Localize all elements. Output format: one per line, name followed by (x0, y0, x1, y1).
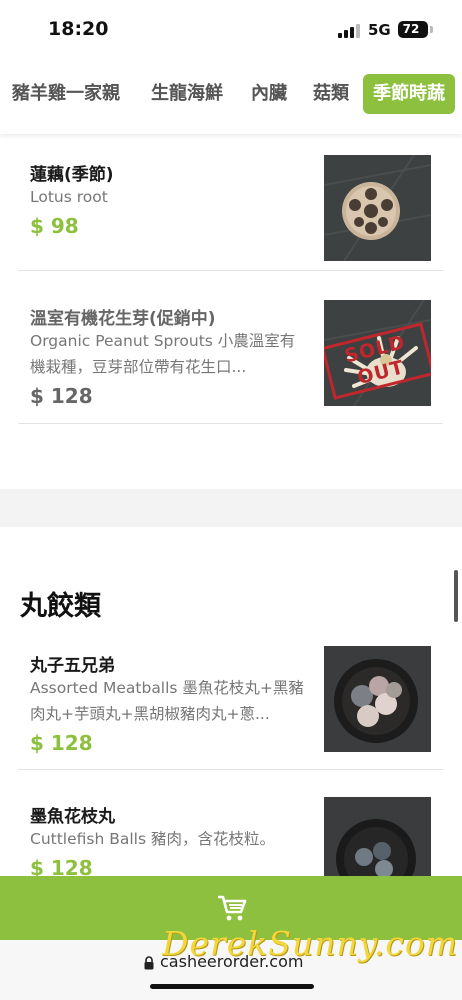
item-price: $ 128 (30, 731, 93, 755)
menu-item-assorted-meatballs[interactable]: 丸子五兄弟 Assorted Meatballs 墨魚花枝丸+黑豬肉丸+芋頭丸+… (18, 625, 443, 770)
home-indicator (150, 984, 314, 989)
meatballs-image (324, 646, 431, 752)
network-label: 5G (368, 21, 391, 39)
item-name: 蓮藕(季節) (30, 165, 114, 185)
section-title: 丸餃類 (20, 591, 101, 622)
cart-icon[interactable] (217, 894, 247, 922)
item-name: 墨魚花枝丸 (30, 807, 115, 827)
item-description: Assorted Meatballs 墨魚花枝丸+黑豬肉丸+芋頭丸+黑胡椒豬肉丸… (30, 679, 304, 723)
lock-icon (144, 956, 154, 970)
signal-icon (338, 24, 362, 38)
category-tabs: 豬羊雞一家親 生龍海鮮 內臟 菇類 季節時蔬 (0, 60, 462, 134)
item-price: $ 98 (30, 214, 79, 238)
item-name: 丸子五兄弟 (30, 656, 115, 676)
tab-seafood[interactable]: 生龍海鮮 (151, 74, 223, 114)
status-bar: 18:20 5G 72 (0, 0, 462, 60)
tab-pork-lamb-chicken[interactable]: 豬羊雞一家親 (12, 74, 120, 114)
status-time: 18:20 (48, 18, 109, 40)
battery-level: 72 (402, 22, 420, 36)
item-name: 溫室有機花生芽(促銷中) (30, 309, 216, 329)
battery-icon: 72 (398, 21, 428, 38)
tab-offal[interactable]: 內臟 (251, 74, 287, 114)
item-description: Organic Peanut Sprouts 小農溫室有機栽種，豆芽部位帶有花生… (30, 332, 296, 376)
peanut-sprouts-image: SOLD OUT (324, 300, 431, 406)
item-price: $ 128 (30, 384, 93, 408)
browser-url-bar[interactable]: casheerorder.com DerekSunny.com (0, 924, 462, 1000)
tab-mushrooms[interactable]: 菇類 (313, 74, 349, 114)
menu-item-lotus-root[interactable]: 蓮藕(季節) Lotus root $ 98 (18, 134, 443, 271)
lotus-root-image (324, 155, 431, 261)
tab-seasonal-vegetables[interactable]: 季節時蔬 (363, 74, 455, 114)
scrollbar[interactable] (454, 570, 458, 622)
item-description: Lotus root (30, 188, 108, 206)
watermark: DerekSunny.com (162, 924, 459, 963)
menu-item-peanut-sprouts[interactable]: 溫室有機花生芽(促銷中) Organic Peanut Sprouts 小農溫室… (18, 271, 443, 424)
battery-cap (430, 26, 433, 33)
item-description: Cuttlefish Balls 豬肉，含花枝粒。 (30, 830, 275, 848)
section-divider (0, 489, 462, 527)
